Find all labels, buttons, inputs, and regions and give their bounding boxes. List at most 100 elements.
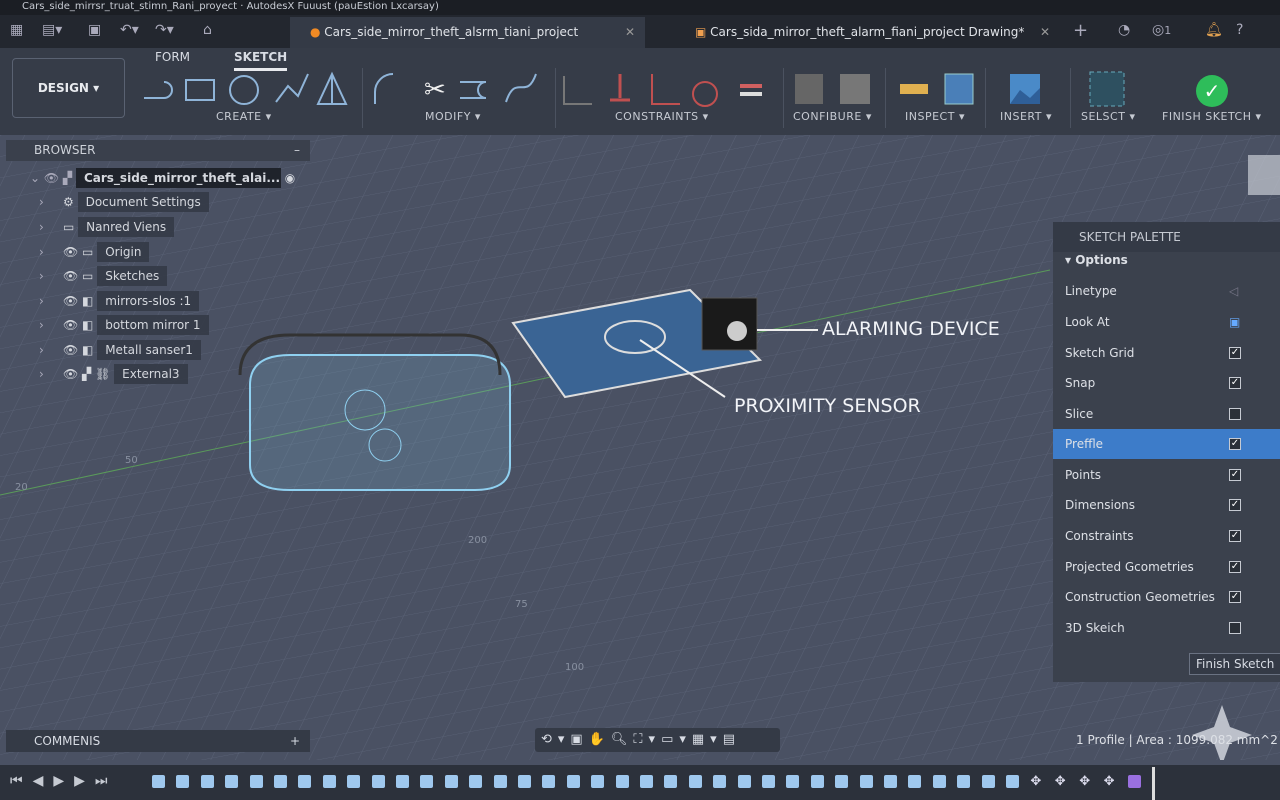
undo-icon[interactable]: ↶▾ xyxy=(120,22,139,38)
new-tab-icon[interactable]: + xyxy=(1073,20,1088,41)
pan-icon[interactable]: ✋ xyxy=(589,732,611,747)
timeline-feature[interactable] xyxy=(737,775,751,788)
timeline-feature[interactable] xyxy=(566,775,580,788)
timeline-feature[interactable] xyxy=(518,775,531,788)
modify-menu[interactable]: MODIFY ▾ xyxy=(425,110,481,123)
timeline-feature[interactable] xyxy=(810,775,824,788)
finish-sketch-menu[interactable]: FINISH SKETCH ▾ xyxy=(1162,110,1262,123)
timeline-feature[interactable] xyxy=(908,775,922,788)
timeline-feature[interactable] xyxy=(762,775,775,788)
timeline-feature[interactable] xyxy=(298,775,312,788)
timeline-feature[interactable] xyxy=(347,775,361,788)
online-status-icon[interactable]: ◔ xyxy=(1118,22,1130,38)
tree-item-document-settings[interactable]: › ⚙ Document Settings xyxy=(39,192,209,212)
file-icon[interactable]: ▤▾ xyxy=(42,22,62,38)
tab-document[interactable]: ● Cars_side_mirror_theft_alsrm_tiani_pro… xyxy=(290,17,645,48)
timeline-feature[interactable] xyxy=(444,775,458,788)
palette-row-snap[interactable]: Snap ✓ xyxy=(1053,368,1280,398)
timeline-feature[interactable] xyxy=(835,775,849,788)
palette-row-points[interactable]: Points ✓ xyxy=(1053,460,1280,490)
bell-icon[interactable]: 🔔︎ xyxy=(1205,22,1223,38)
add-comment-icon[interactable]: + xyxy=(290,730,300,752)
timeline-feature[interactable] xyxy=(884,775,897,788)
timeline-feature[interactable] xyxy=(200,775,214,788)
jobs-icon[interactable]: ◎1 xyxy=(1152,22,1171,38)
tree-item-root[interactable]: ⌄ 👁︎ ▞ Cars_side_mirror_theft_alai... ◉ xyxy=(30,168,295,188)
tree-item-named-views[interactable]: › ▭ Nanred Viens xyxy=(39,217,175,237)
tree-item-body[interactable]: › 👁︎ ◧ mirrors-slos :1 xyxy=(39,291,200,311)
redo-icon[interactable]: ↷▾ xyxy=(155,22,174,38)
timeline-feature[interactable] xyxy=(1128,775,1141,788)
tab-sketch[interactable]: SKETCH xyxy=(234,50,288,71)
save-icon[interactable]: ▣ xyxy=(88,22,101,38)
timeline-feature[interactable] xyxy=(640,775,653,788)
tab-drawing[interactable]: ▣ Cars_sida_mirror_theft_alarm_fiani_pro… xyxy=(675,17,1060,48)
timeline-feature[interactable] xyxy=(981,775,995,788)
grid-menu-icon[interactable]: ▦ xyxy=(10,22,23,38)
timeline-feature[interactable]: ✥ xyxy=(1104,775,1117,788)
palette-row-sketch-grid[interactable]: Sketch Grid ✓ xyxy=(1053,338,1280,368)
help-icon[interactable]: ? xyxy=(1236,22,1243,38)
collapse-icon[interactable]: – xyxy=(294,140,300,161)
timeline-feature[interactable] xyxy=(176,775,190,788)
timeline-feature[interactable] xyxy=(664,775,678,788)
timeline-feature[interactable] xyxy=(932,775,946,788)
timeline-feature[interactable]: ✥ xyxy=(1079,775,1092,788)
timeline-feature[interactable] xyxy=(420,775,434,788)
comments-panel[interactable]: COMMENIS + xyxy=(6,730,310,752)
timeline-feature[interactable] xyxy=(859,775,873,788)
timeline-feature[interactable] xyxy=(615,775,629,788)
inspect-menu[interactable]: INSPECT ▾ xyxy=(905,110,965,123)
constraints-menu[interactable]: CONSTRAINTS ▾ xyxy=(615,110,709,123)
look-at-icon[interactable]: ▣ xyxy=(570,732,588,747)
close-icon[interactable]: ✕ xyxy=(1040,17,1050,48)
palette-row-construction[interactable]: Construction Geometries ✓ xyxy=(1053,582,1280,612)
palette-row-3d-sketch[interactable]: 3D Skeich xyxy=(1053,613,1280,643)
timeline-feature[interactable]: ✥ xyxy=(1055,775,1068,788)
home-icon[interactable]: ⌂ xyxy=(203,22,212,38)
palette-row-slice[interactable]: Slice xyxy=(1053,399,1280,429)
insert-menu[interactable]: INSERT ▾ xyxy=(1000,110,1052,123)
create-menu[interactable]: CREATE ▾ xyxy=(216,110,272,123)
tree-item-sketches[interactable]: › 👁︎ ▭ Sketches xyxy=(39,266,168,286)
zoom-icon[interactable]: 🔍︎ xyxy=(611,732,634,747)
timeline-feature[interactable] xyxy=(542,775,556,788)
close-icon[interactable]: ✕ xyxy=(625,17,635,48)
grid-icon[interactable]: ▦▾ xyxy=(692,732,723,747)
timeline-feature[interactable] xyxy=(322,775,336,788)
workspace-switcher[interactable]: DESIGN ▾ xyxy=(12,58,125,118)
tree-item-body[interactable]: › 👁︎ ◧ Metall sanser1 xyxy=(39,340,201,360)
timeline-feature[interactable] xyxy=(469,775,483,788)
select-menu[interactable]: SELSCT ▾ xyxy=(1081,110,1135,123)
tree-item-external[interactable]: › 👁︎ ▞ ⛓ External3 xyxy=(39,364,188,384)
timeline-marker[interactable] xyxy=(1152,767,1155,800)
palette-row-projected[interactable]: Projected Gcometries ✓ xyxy=(1053,552,1280,582)
timeline-feature[interactable] xyxy=(957,775,971,788)
palette-row-linetype[interactable]: Linetype ◁ xyxy=(1053,276,1280,306)
timeline-feature[interactable]: ✥ xyxy=(1030,775,1043,788)
timeline-feature[interactable] xyxy=(591,775,605,788)
finish-sketch-button[interactable]: Finish Sketch xyxy=(1189,653,1280,675)
timeline-feature[interactable] xyxy=(371,775,385,788)
palette-row-dimensions[interactable]: Dimensions ✓ xyxy=(1053,490,1280,520)
timeline-feature[interactable] xyxy=(493,775,507,788)
timeline-feature[interactable] xyxy=(1006,775,1019,788)
timeline-controls[interactable]: ⏮◀▶▶⏭ xyxy=(10,773,118,789)
palette-row-constraints[interactable]: Constraints ✓ xyxy=(1053,521,1280,551)
browser-panel-header[interactable]: BROWSER – xyxy=(6,140,310,161)
timeline-feature[interactable] xyxy=(396,775,409,788)
configure-menu[interactable]: CONFIBURE ▾ xyxy=(793,110,872,123)
timeline-feature[interactable] xyxy=(786,775,800,788)
tree-item-body[interactable]: › 👁︎ ◧ bottom mirror 1 xyxy=(39,315,209,335)
palette-row-profile[interactable]: Preffle ✓ xyxy=(1053,429,1280,459)
timeline-feature[interactable] xyxy=(152,775,165,788)
fit-icon[interactable]: ⛶▾ xyxy=(633,732,661,747)
orbit-icon[interactable]: ⟲▾ xyxy=(541,732,570,747)
timeline-feature[interactable] xyxy=(225,775,239,788)
timeline-feature[interactable] xyxy=(249,775,263,788)
timeline-feature[interactable] xyxy=(688,775,702,788)
tab-form[interactable]: FORM xyxy=(155,50,190,64)
palette-row-look-at[interactable]: Look At ▣ xyxy=(1053,307,1280,337)
options-section[interactable]: ▾ Options xyxy=(1053,245,1280,275)
timeline-feature[interactable] xyxy=(713,775,727,788)
